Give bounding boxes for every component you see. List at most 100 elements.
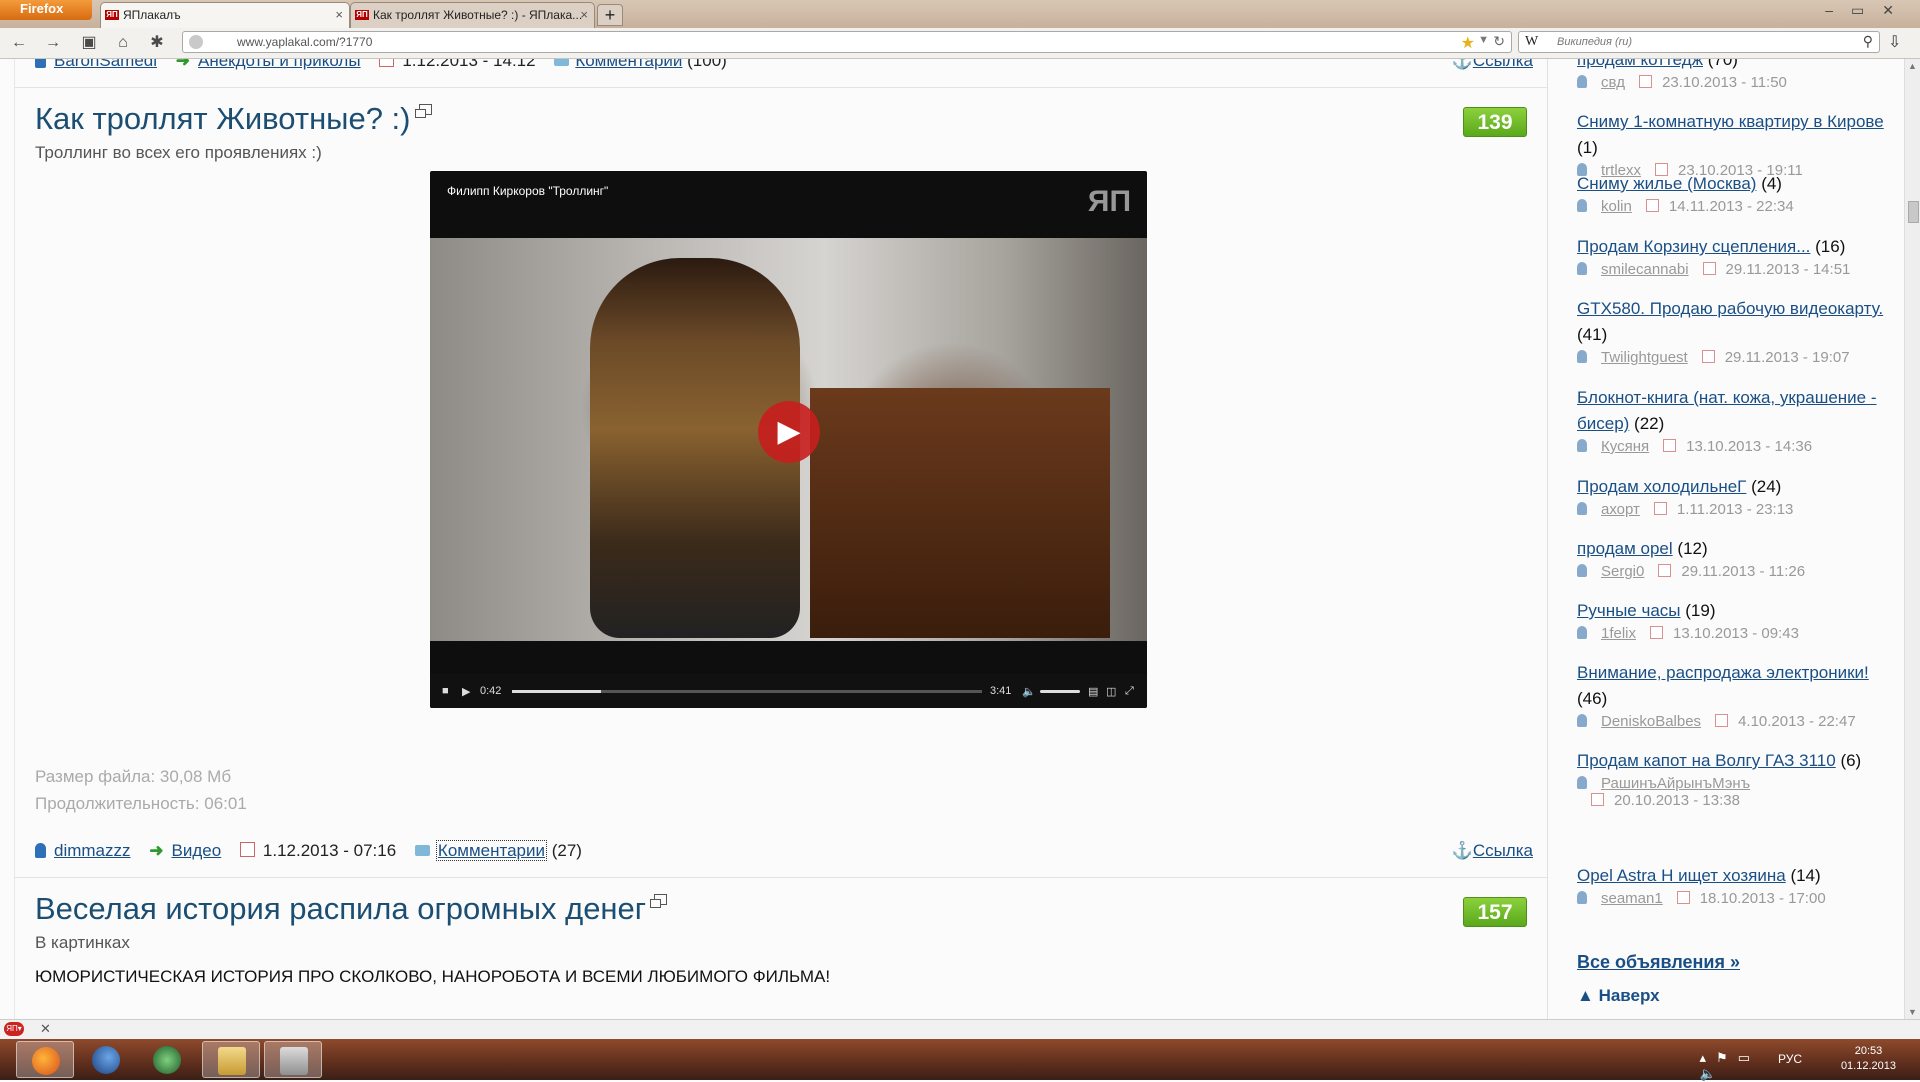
taskbar-firefox[interactable] xyxy=(16,1041,74,1078)
reload-icon[interactable]: ↻ xyxy=(1493,33,1505,50)
to-top-label[interactable]: Наверх xyxy=(1599,986,1660,1005)
new-tab-button[interactable]: + xyxy=(597,4,623,26)
ad-title-link[interactable]: Продам холодильнеГ xyxy=(1577,477,1746,496)
address-bar[interactable]: www.yaplakal.com/?1770 ★ ▼ ↻ xyxy=(182,31,1512,53)
permalink-label[interactable]: Ссылка xyxy=(1473,841,1533,860)
ad-title-link[interactable]: Продам Корзину сцепления... xyxy=(1577,237,1810,256)
ad-author-link[interactable]: Twilightguest xyxy=(1601,349,1688,366)
taskbar-app-media[interactable] xyxy=(138,1041,196,1078)
ad-author-link[interactable]: seaman1 xyxy=(1601,890,1663,907)
site-identity-icon[interactable] xyxy=(189,35,203,49)
ad-author-link[interactable]: kolin xyxy=(1601,198,1632,215)
search-icon[interactable]: ⚲ xyxy=(1863,33,1873,50)
ad-title-link[interactable]: Opel Astra H ищет хозяина xyxy=(1577,866,1786,885)
post-permalink[interactable]: ⚓Ссылка xyxy=(1452,841,1533,861)
prev-post-permalink[interactable]: ⚓Ссылка xyxy=(1452,59,1533,71)
open-new-window-icon[interactable] xyxy=(414,104,432,118)
forward-icon[interactable]: → xyxy=(42,33,64,53)
wikipedia-icon[interactable]: W xyxy=(1525,34,1538,50)
ad-title-link[interactable]: Сниму 1-комнатную квартиру в Кирове xyxy=(1577,112,1884,131)
post-rating-badge[interactable]: 139 xyxy=(1463,107,1527,137)
page-scrollbar[interactable]: ▲ ▼ xyxy=(1904,59,1920,1019)
seek-bar[interactable] xyxy=(512,690,982,693)
language-indicator[interactable]: РУС xyxy=(1778,1052,1802,1066)
comments-link[interactable]: Комментарии xyxy=(575,59,682,70)
category-link[interactable]: Анекдоты и приколы xyxy=(198,59,361,70)
ad-title-line: Продам холодильнеГ (24) xyxy=(1577,474,1892,500)
navigation-toolbar: ← → ▣ ⌂ ✱ www.yaplakal.com/?1770 ★ ▼ ↻ W… xyxy=(0,28,1920,59)
ad-reply-count: (19) xyxy=(1685,601,1716,620)
tab-video-post[interactable]: ЯП Как троллят Животные? :) - ЯПлака... … xyxy=(350,2,595,28)
ad-author-link[interactable]: DeniskoBalbes xyxy=(1601,713,1701,730)
ad-title-link[interactable]: Сниму жилье (Москва) xyxy=(1577,174,1756,193)
ad-title-link[interactable]: Ручные часы xyxy=(1577,601,1681,620)
post-title[interactable]: Веселая история распила огромных денег xyxy=(35,891,668,927)
ad-meta: ахорт 1.11.2013 - 23:13 xyxy=(1577,501,1892,518)
ad-title-link[interactable]: Внимание, распродажа электроники! xyxy=(1577,663,1869,682)
settings-icon[interactable]: ▤ xyxy=(1088,685,1098,698)
ad-author-link[interactable]: РашинъАйрынъМэнъ xyxy=(1601,775,1750,792)
home-icon[interactable]: ⌂ xyxy=(112,33,134,53)
scroll-down-icon[interactable]: ▼ xyxy=(1908,1007,1917,1017)
ad-title-link[interactable]: продам opel xyxy=(1577,539,1673,558)
taskbar-app-monitor[interactable] xyxy=(264,1041,322,1078)
video-player[interactable]: Филипп Киркоров "Троллинг" ЯП ▶ ■ ▶ 0:42… xyxy=(430,171,1147,708)
author-link[interactable]: BaronSamedi xyxy=(54,59,157,70)
ad-title-link[interactable]: Блокнот-книга (нат. кожа, украшение - би… xyxy=(1577,388,1877,433)
favicon-icon: ЯП xyxy=(105,10,119,20)
bookmarks-icon[interactable]: ▣ xyxy=(78,33,100,53)
ad-date: 29.11.2013 - 11:26 xyxy=(1681,563,1806,580)
ad-title-line: Блокнот-книга (нат. кожа, украшение - би… xyxy=(1577,385,1892,437)
permalink-label[interactable]: Ссылка xyxy=(1473,59,1533,70)
scroll-thumb[interactable] xyxy=(1908,201,1919,223)
stop-icon[interactable]: ■ xyxy=(442,685,449,697)
post-title-text[interactable]: Как троллят Животные? :) xyxy=(35,101,411,136)
ad-title-link[interactable]: GTX580. Продаю рабочую видеокарту. xyxy=(1577,299,1883,318)
taskbar-explorer[interactable] xyxy=(202,1041,260,1078)
folder-icon xyxy=(218,1047,246,1075)
downloads-icon[interactable]: ⇩ xyxy=(1888,32,1901,52)
ad-author-link[interactable]: Sergi0 xyxy=(1601,563,1644,580)
ad-title-link[interactable]: продам коттедж xyxy=(1577,59,1703,69)
post-title[interactable]: Как троллят Животные? :) xyxy=(35,101,432,137)
play-icon[interactable]: ▶ xyxy=(462,685,470,698)
category-link[interactable]: Видео xyxy=(172,841,222,860)
ad-author-link[interactable]: ахорт xyxy=(1601,501,1640,518)
volume-slider[interactable] xyxy=(1040,690,1080,693)
ad-author-link[interactable]: smilecannabi xyxy=(1601,261,1689,278)
tab-yaplakal[interactable]: ЯП ЯПлакалъ × xyxy=(100,2,350,28)
ad-author-link[interactable]: свд xyxy=(1601,74,1625,91)
tray-icons[interactable]: ▴⚑▭🔈 xyxy=(1700,1050,1760,1082)
firefox-menu-button[interactable]: Firefox xyxy=(0,0,92,20)
comments-link[interactable]: Комментарии xyxy=(435,840,547,861)
scroll-up-icon[interactable]: ▲ xyxy=(1908,61,1917,71)
open-new-window-icon[interactable] xyxy=(650,894,668,908)
all-ads-link[interactable]: Все объявления » xyxy=(1577,952,1740,973)
post-rating-badge[interactable]: 157 xyxy=(1463,897,1527,927)
ad-author-link[interactable]: 1felix xyxy=(1601,625,1636,642)
window-controls[interactable]: –▭✕ xyxy=(1825,2,1912,19)
bookmark-star-icon[interactable]: ★ xyxy=(1461,33,1475,53)
close-tab-icon[interactable]: × xyxy=(335,3,343,27)
fullscreen-icon[interactable]: ⤢ xyxy=(1125,685,1134,698)
history-dropdown-icon[interactable]: ▼ xyxy=(1478,34,1489,46)
addon-icon[interactable]: ✱ xyxy=(146,33,168,53)
addon-badge-icon[interactable]: ЯП▾ xyxy=(4,1022,24,1036)
back-to-top-link[interactable]: ▲ Наверх xyxy=(1577,986,1660,1006)
popout-icon[interactable]: ◫ xyxy=(1106,685,1116,698)
ad-author-link[interactable]: Кусяня xyxy=(1601,438,1649,455)
user-icon xyxy=(1577,199,1587,212)
volume-icon[interactable]: 🔈 xyxy=(1022,685,1036,698)
search-bar[interactable]: W Википедия (ru) ⚲ xyxy=(1518,31,1880,53)
post-title-text[interactable]: Веселая история распила огромных денег xyxy=(35,891,646,926)
close-tab-icon[interactable]: × xyxy=(580,3,588,27)
clock[interactable]: 20:53 01.12.2013 xyxy=(1841,1044,1896,1074)
ad-title-link[interactable]: Продам капот на Волгу ГАЗ 3110 xyxy=(1577,751,1836,770)
ad-reply-count: (46) xyxy=(1577,689,1608,708)
back-icon[interactable]: ← xyxy=(8,33,30,53)
play-overlay-icon[interactable]: ▶ xyxy=(758,401,820,463)
url-text: www.yaplakal.com/?1770 xyxy=(237,35,373,49)
author-link[interactable]: dimmazzz xyxy=(54,841,131,860)
taskbar-app-moon[interactable] xyxy=(77,1041,135,1078)
close-addon-bar-icon[interactable]: ✕ xyxy=(40,1021,51,1037)
